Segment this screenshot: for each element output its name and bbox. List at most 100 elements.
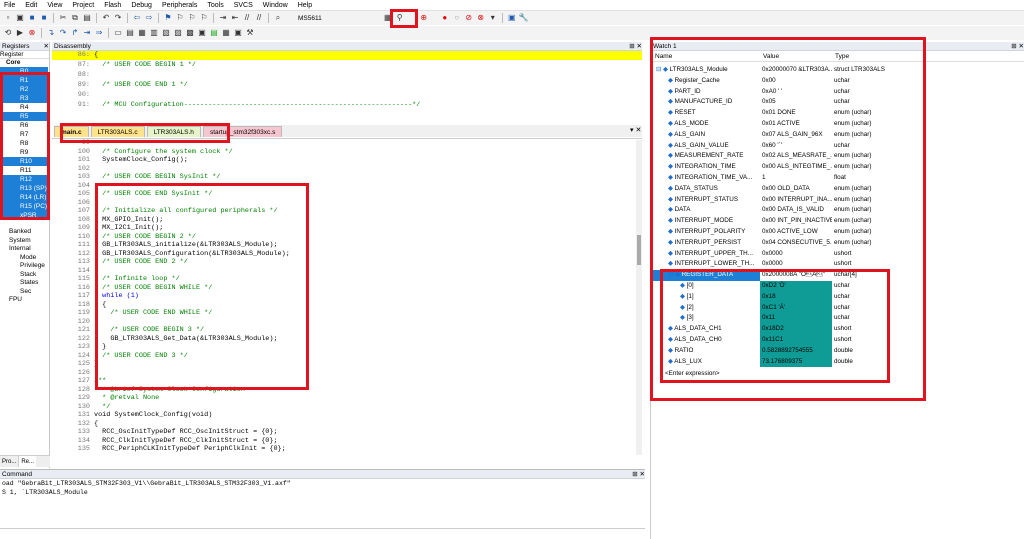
menu-item[interactable]: SVCS <box>234 2 253 9</box>
code-line[interactable]: 102 <box>52 165 642 174</box>
line-number: 103 <box>77 173 90 181</box>
symbols-window-icon[interactable]: ▦ <box>137 28 147 38</box>
code-line[interactable]: 129 * @retval None <box>52 394 642 403</box>
settings-icon[interactable]: 🔧 <box>519 13 529 23</box>
comment-icon[interactable]: // <box>242 13 252 23</box>
command-input[interactable] <box>0 528 645 538</box>
target-field[interactable]: MS5611 <box>298 15 322 22</box>
line-number: 116 <box>77 283 90 292</box>
indent-icon[interactable]: ⇥ <box>218 13 228 23</box>
register-group-row[interactable]: FPU <box>0 295 48 304</box>
project-tab[interactable]: Pro... <box>0 456 20 467</box>
forward-icon[interactable]: ⇨ <box>144 13 154 23</box>
new-file-icon[interactable]: ▫ <box>3 13 13 23</box>
line-number: 133 <box>77 428 90 436</box>
core-group[interactable]: Core <box>0 59 49 67</box>
code-line[interactable]: 132 { <box>52 420 642 429</box>
menu-bar: File Edit View Project Flash Debug Peripherals… <box>0 0 1024 11</box>
breakpoint-kill-icon[interactable]: ⊗ <box>476 13 486 23</box>
bookmark-next-icon[interactable]: ⚐ <box>187 13 197 23</box>
line-number: 113 <box>77 258 90 266</box>
uncomment-icon[interactable]: // <box>254 13 264 23</box>
analysis-window-icon[interactable]: ▤ <box>209 28 219 38</box>
reset-icon[interactable]: ⟲ <box>3 28 13 38</box>
undo-icon[interactable]: ↶ <box>101 13 111 23</box>
command-window-icon[interactable]: ▭ <box>113 28 123 38</box>
watch-window-icon[interactable]: ▨ <box>173 28 183 38</box>
trace-window-icon[interactable]: ▦ <box>221 28 231 38</box>
find-icon[interactable]: ⌕ <box>273 13 283 23</box>
show-next-icon[interactable]: ⇒ <box>94 28 104 38</box>
line-number: 114 <box>77 266 90 275</box>
editor-scrollbar[interactable] <box>636 140 642 455</box>
code-line[interactable]: 103 /* USER CODE BEGIN SysInit */ <box>52 173 642 182</box>
redo-icon[interactable]: ↷ <box>113 13 123 23</box>
registers-window-icon[interactable]: ▥ <box>149 28 159 38</box>
menu-item[interactable]: Debug <box>131 2 152 9</box>
menu-item[interactable]: File <box>4 2 15 9</box>
back-icon[interactable]: ⇦ <box>132 13 142 23</box>
menu-item[interactable]: Help <box>298 2 312 9</box>
menu-item[interactable]: Project <box>72 2 94 9</box>
code-line[interactable]: 100 /* Configure the system clock */ <box>52 148 642 157</box>
disassembly-window-icon[interactable]: ▤ <box>125 28 135 38</box>
line-number: 120 <box>77 317 90 326</box>
memory-window-icon[interactable]: ▩ <box>185 28 195 38</box>
callstack-window-icon[interactable]: ▧ <box>161 28 171 38</box>
menu-item[interactable]: Tools <box>207 2 223 9</box>
code-line[interactable]: 130 */ <box>52 403 642 412</box>
code-line[interactable]: 101 SystemClock_Config(); <box>52 156 642 165</box>
breakpoint-insert-icon[interactable]: ● <box>440 13 450 23</box>
cut-icon[interactable]: ✂ <box>58 13 68 23</box>
run-icon[interactable]: ▶ <box>15 28 25 38</box>
line-number: 124 <box>77 351 90 360</box>
bookmark-clear-icon[interactable]: ⚐ <box>199 13 209 23</box>
breakpoint-disable-icon[interactable]: ⊘ <box>464 13 474 23</box>
save-all-icon[interactable]: ■ <box>39 13 49 23</box>
code-line[interactable]: 131 void SystemClock_Config(void) <box>52 411 642 420</box>
disassembly-line[interactable]: 90: <box>52 91 642 100</box>
menu-item[interactable]: Edit <box>25 2 37 9</box>
menu-item[interactable]: View <box>47 2 62 9</box>
breakpoint-enable-icon[interactable]: ○ <box>452 13 462 23</box>
open-icon[interactable]: ▣ <box>15 13 25 23</box>
debug-session-icon[interactable]: ⊕ <box>419 13 429 23</box>
close-editor-icon[interactable]: ▾ ✕ <box>630 126 641 134</box>
line-number: 115 <box>77 275 90 283</box>
disassembly-line[interactable]: 88: <box>52 71 642 80</box>
registers-tab[interactable]: Re... <box>19 456 37 467</box>
disassembly-line[interactable]: 89: /* USER CODE END 1 */ <box>52 81 642 90</box>
system-viewer-icon[interactable]: ▣ <box>233 28 243 38</box>
line-number: 90: <box>77 91 90 99</box>
run-to-cursor-icon[interactable]: ⇥ <box>82 28 92 38</box>
save-icon[interactable]: ■ <box>27 13 37 23</box>
disassembly-title: Disassembly ⊞ ✕ <box>52 42 642 51</box>
disassembly-text: /* USER CODE END 1 */ <box>94 81 188 89</box>
paste-icon[interactable]: ▤ <box>82 13 92 23</box>
code-line[interactable]: 133 RCC_OscInitTypeDef RCC_OscInitStruct… <box>52 428 642 437</box>
disassembly-line[interactable]: 87: /* USER CODE BEGIN 1 */ <box>52 61 642 70</box>
step-over-icon[interactable]: ↷ <box>58 28 68 38</box>
toolbox-icon[interactable]: ⚒ <box>245 28 255 38</box>
menu-item[interactable]: Flash <box>104 2 121 9</box>
step-icon[interactable]: ↴ <box>46 28 56 38</box>
window-layout-icon[interactable]: ▣ <box>507 13 517 23</box>
code-line[interactable]: 135 RCC_PeriphCLKInitTypeDef PeriphClkIn… <box>52 445 642 454</box>
line-number: 107 <box>77 207 90 215</box>
menu-item[interactable]: Window <box>263 2 288 9</box>
copy-icon[interactable]: ⧉ <box>70 13 80 23</box>
annotation-box-tabs <box>60 123 230 143</box>
serial-window-icon[interactable]: ▣ <box>197 28 207 38</box>
disassembly-line[interactable]: 91: /* MCU Configuration----------------… <box>52 101 642 110</box>
stop-icon[interactable]: ⊗ <box>27 28 37 38</box>
menu-item[interactable]: Peripherals <box>162 2 197 9</box>
bookmark-icon[interactable]: ⚑ <box>163 13 173 23</box>
code-text: { <box>94 419 99 428</box>
code-line[interactable]: 134 RCC_ClkInitTypeDef RCC_ClkInitStruct… <box>52 437 642 446</box>
step-out-icon[interactable]: ↱ <box>70 28 80 38</box>
bookmark-prev-icon[interactable]: ⚐ <box>175 13 185 23</box>
line-number: 88: <box>77 71 90 79</box>
disassembly-line[interactable]: 86: { <box>52 51 642 61</box>
dropdown-icon[interactable]: ▾ <box>488 13 498 23</box>
unindent-icon[interactable]: ⇤ <box>230 13 240 23</box>
